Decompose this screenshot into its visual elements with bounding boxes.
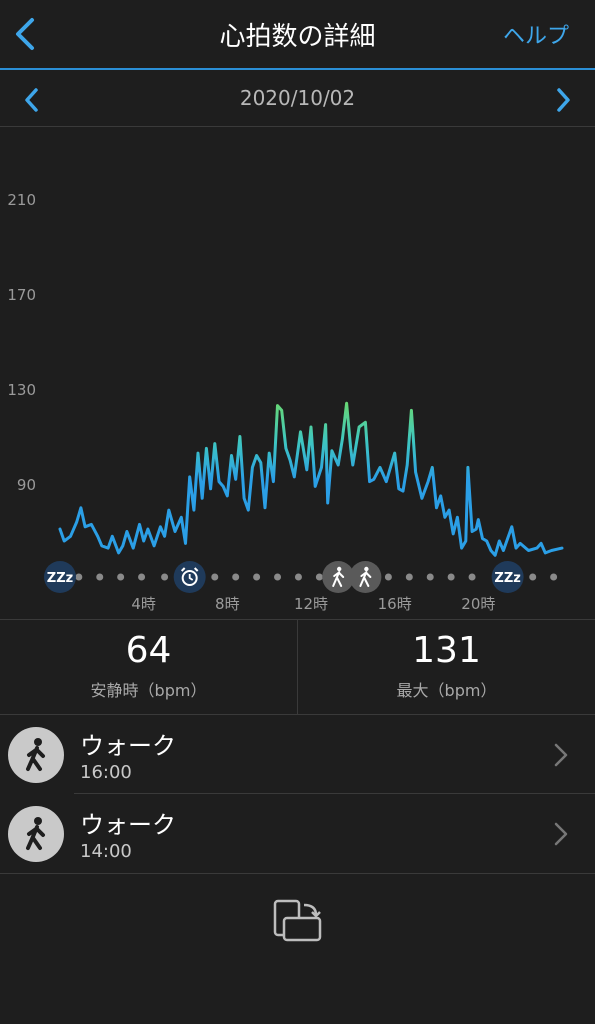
activity-row[interactable]: ウォーク 16:00 xyxy=(0,716,595,794)
timeline-dot xyxy=(161,573,169,581)
timeline-dot xyxy=(75,573,83,581)
divider xyxy=(0,714,595,715)
rotate-screen-icon[interactable] xyxy=(270,896,326,946)
timeline-dot xyxy=(550,573,558,581)
x-tick-label: 20時 xyxy=(461,595,495,613)
header-bar: 心拍数の詳細 ヘルプ xyxy=(0,0,595,68)
y-tick-label: 130 xyxy=(7,381,36,399)
activity-name: ウォーク xyxy=(80,732,176,760)
timeline-dot xyxy=(211,573,219,581)
timeline-dot xyxy=(426,573,434,581)
timeline-dot xyxy=(315,573,323,581)
activity-time: 16:00 xyxy=(80,762,132,783)
y-tick-label: 90 xyxy=(17,476,36,494)
resting-hr-label: 安静時（bpm） xyxy=(90,681,207,700)
activity-time: 14:00 xyxy=(80,841,132,862)
timeline-dot xyxy=(405,573,413,581)
activity-name: ウォーク xyxy=(80,811,176,839)
timeline-dot xyxy=(138,573,146,581)
activity-row[interactable]: ウォーク 14:00 xyxy=(0,795,595,873)
resting-hr-value: 64 xyxy=(125,630,172,671)
timeline-dot xyxy=(447,573,455,581)
x-tick-label: 12時 xyxy=(294,595,328,613)
max-hr-label: 最大（bpm） xyxy=(396,681,497,700)
sleep-icon: ZZz xyxy=(491,561,524,593)
previous-day-chevron-icon[interactable] xyxy=(20,86,44,114)
divider xyxy=(74,793,595,794)
heart-rate-chart[interactable]: 210 170 130 90 ZZz ZZz 4時 8時 12時 16時 20時 xyxy=(0,127,595,617)
current-date: 2020/10/02 xyxy=(239,86,356,110)
y-tick-label: 210 xyxy=(7,191,36,209)
alarm-clock-icon xyxy=(173,561,206,593)
timeline-dot xyxy=(117,573,125,581)
max-hr-stat: 131 最大（bpm） xyxy=(298,620,595,714)
walk-icon xyxy=(349,561,382,593)
x-tick-label: 8時 xyxy=(215,595,240,613)
timeline-dot xyxy=(274,573,282,581)
svg-text:ZZz: ZZz xyxy=(47,571,73,586)
resting-hr-stat: 64 安静時（bpm） xyxy=(0,620,297,714)
timeline-dot xyxy=(253,573,261,581)
chevron-right-icon xyxy=(554,822,568,846)
date-navigator: 2020/10/02 xyxy=(0,70,595,126)
timeline-dot xyxy=(468,573,476,581)
timeline-dot xyxy=(232,573,240,581)
timeline-dot xyxy=(294,573,302,581)
sleep-icon: ZZz xyxy=(44,561,76,593)
walk-icon xyxy=(8,727,64,783)
max-hr-value: 131 xyxy=(412,630,481,671)
y-tick-label: 170 xyxy=(7,286,36,304)
timeline-dot xyxy=(96,573,104,581)
heart-rate-line xyxy=(58,401,564,557)
timeline-dot xyxy=(529,573,537,581)
next-day-chevron-icon[interactable] xyxy=(551,86,575,114)
x-tick-label: 16時 xyxy=(378,595,412,613)
chevron-right-icon xyxy=(554,743,568,767)
x-tick-label: 4時 xyxy=(131,595,156,613)
walk-icon xyxy=(8,806,64,862)
svg-text:ZZz: ZZz xyxy=(494,571,520,586)
help-button[interactable]: ヘルプ xyxy=(503,18,569,50)
divider xyxy=(0,873,595,874)
timeline-dot xyxy=(384,573,392,581)
